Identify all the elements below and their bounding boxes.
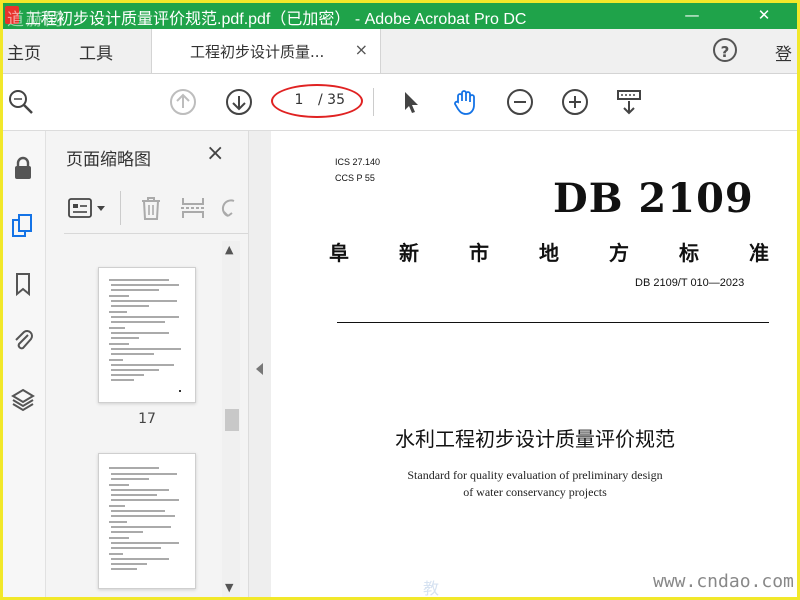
page-thumbnail[interactable] [98, 267, 196, 403]
help-icon[interactable]: ? [713, 38, 737, 62]
title-en-line-2: of water conservancy projects [463, 485, 607, 499]
highlight-ellipse [271, 84, 363, 118]
standard-name-char: 方 [609, 241, 629, 265]
header-rule [337, 322, 769, 323]
minimize-button[interactable]: — [673, 3, 711, 29]
next-page-icon[interactable] [225, 88, 253, 116]
document-page: ICS 27.140 CCS P 55 DB 2109 阜 新 市 地 方 标 … [273, 131, 797, 597]
menu-home[interactable]: 主页 [7, 39, 41, 64]
toolbar-divider [373, 88, 374, 116]
title-bar: 工程初步设计质量评价规范.pdf.pdf（已加密） - Adobe Acroba… [3, 3, 797, 30]
close-tab-icon[interactable]: × [355, 40, 368, 59]
close-panel-icon[interactable]: × [206, 141, 224, 166]
login-button[interactable]: 登 [775, 40, 792, 65]
standard-number: DB 2109/T 010—2023 [635, 277, 745, 289]
navigation-rail [3, 131, 46, 597]
panel-collapse-strip[interactable] [249, 131, 271, 597]
document-title-english: Standard for quality evaluation of preli… [273, 467, 797, 501]
db-code: DB 2109 [553, 175, 754, 222]
scroll-thumb[interactable] [225, 409, 239, 431]
standard-name-char: 阜 [329, 241, 349, 265]
document-tab[interactable]: 工程初步设计质量... × [151, 29, 381, 73]
scroll-down-icon[interactable]: ▼ [225, 581, 233, 594]
app-window: 工程初步设计质量评价规范.pdf.pdf（已加密） - Adobe Acroba… [0, 0, 800, 600]
standard-name-char: 市 [469, 241, 489, 265]
scroll-up-icon[interactable]: ▲ [225, 243, 233, 256]
menu-tools[interactable]: 工具 [79, 39, 113, 64]
close-window-button[interactable]: ✕ [745, 3, 783, 29]
thumbnail-page-label: 17 [138, 411, 156, 427]
scroll-mode-icon[interactable] [615, 88, 643, 116]
panel-toolbar [64, 183, 248, 234]
delete-page-icon[interactable] [138, 195, 164, 221]
menu-bar: 主页 工具 工程初步设计质量... × ? 登 [3, 29, 797, 74]
zoom-in-icon[interactable] [561, 88, 589, 116]
site-url-watermark: www.cndao.com [653, 571, 794, 592]
standard-name-char: 标 [679, 241, 699, 265]
standard-name-char: 准 [749, 241, 769, 265]
panel-title: 页面缩略图 [66, 150, 151, 170]
search-zoom-icon[interactable] [7, 88, 35, 116]
rotate-page-icon[interactable] [220, 195, 240, 221]
attachment-icon[interactable] [10, 327, 36, 353]
hand-tool-icon[interactable] [451, 88, 479, 116]
previous-page-icon[interactable] [169, 88, 197, 116]
select-cursor-icon[interactable] [397, 88, 425, 116]
thumbnail-options-icon[interactable] [68, 197, 108, 219]
thumbnail-text-lines [109, 279, 181, 392]
document-title-chinese: 水利工程初步设计质量评价规范 [395, 427, 675, 451]
collapse-arrow-icon[interactable] [256, 363, 263, 375]
bookmark-icon[interactable] [10, 271, 36, 297]
title-en-line-1: Standard for quality evaluation of preli… [407, 468, 663, 482]
panel-tool-divider [120, 191, 121, 225]
toolbar: 1 / 35 [3, 74, 797, 131]
faint-watermark: 教 [423, 579, 440, 598]
thumbnail-text-lines [109, 467, 179, 570]
ics-code: ICS 27.140 [335, 157, 381, 167]
page-thumbnails-icon[interactable] [10, 213, 36, 239]
window-title: 工程初步设计质量评价规范.pdf.pdf（已加密） - Adobe Acroba… [25, 11, 527, 28]
site-watermark: 道赫网 [7, 10, 64, 30]
layers-icon[interactable] [10, 387, 36, 413]
lock-icon[interactable] [10, 155, 36, 181]
zoom-out-icon[interactable] [506, 88, 534, 116]
thumbnails-panel: 页面缩略图 × 17 ▲ ▼ [46, 131, 249, 597]
standard-name-char: 地 [539, 241, 559, 265]
standard-name-char: 新 [399, 241, 419, 265]
thumbnails-scrollbar[interactable]: ▲ ▼ [222, 241, 240, 597]
document-tab-label: 工程初步设计质量... [190, 43, 325, 61]
page-thumbnail[interactable] [98, 453, 196, 589]
standard-name: 阜 新 市 地 方 标 准 [329, 237, 769, 266]
extract-page-icon[interactable] [180, 195, 206, 221]
ccs-code: CCS P 55 [335, 173, 375, 183]
